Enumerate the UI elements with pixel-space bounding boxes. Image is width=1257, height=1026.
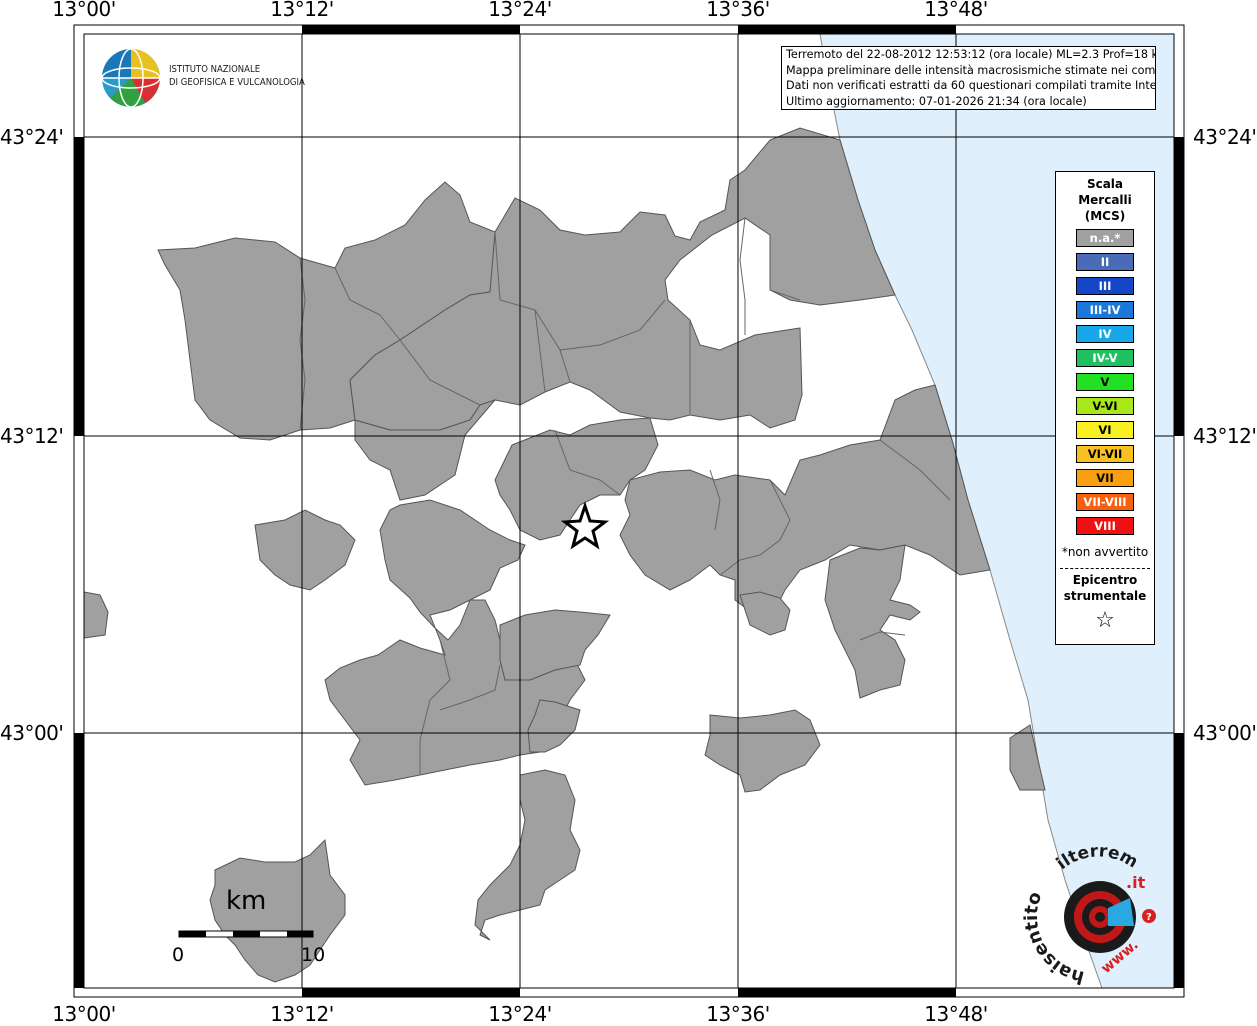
lat-label-left: 43°12' (0, 424, 64, 448)
lon-label-top: 13°24' (488, 0, 552, 21)
legend-separator (1060, 568, 1150, 569)
lon-label-bottom: 13°24' (488, 1002, 552, 1026)
legend-swatch: IV (1076, 325, 1134, 343)
lat-label-right: 43°24' (1193, 125, 1257, 149)
lon-label-top: 13°12' (270, 0, 334, 21)
legend-epicenter-label: Epicentro strumentale (1056, 572, 1154, 604)
legend-swatch: III (1076, 277, 1134, 295)
lat-label-left: 43°24' (0, 125, 64, 149)
event-info-line: Dati non verificati estratti da 60 quest… (786, 79, 1156, 92)
legend-not-felt-note: *non avvertito (1061, 545, 1149, 559)
legend-title-line: (MCS) (1084, 209, 1126, 223)
scale-start-label: 0 (172, 944, 185, 966)
scale-bar (178, 930, 314, 938)
lon-label-bottom: 13°48' (924, 1002, 988, 1026)
ingv-logo-line1: ISTITUTO NAZIONALE (169, 64, 261, 75)
lat-label-right: 43°00' (1193, 721, 1257, 745)
lon-label-bottom: 13°36' (706, 1002, 770, 1026)
legend-title: Scala Mercalli (MCS) (1056, 176, 1154, 224)
legend-swatch: V (1076, 373, 1134, 391)
event-info-line: Ultimo aggiornamento: 07-01-2026 21:34 (… (786, 94, 1087, 108)
event-info-line: Mappa preliminare delle intensità macros… (786, 63, 1156, 77)
legend-swatch: III-IV (1076, 301, 1134, 319)
lon-label-bottom: 13°00' (52, 1002, 116, 1026)
legend-epicenter-line: strumentale (1063, 589, 1147, 603)
event-info-line: Terremoto del 22-08-2012 12:53:12 (ora l… (786, 48, 1156, 61)
legend-title-line: Mercalli (1078, 193, 1132, 207)
lat-label-right: 43°12' (1193, 424, 1257, 448)
lon-label-top: 13°00' (52, 0, 116, 21)
legend-swatch: n.a.* (1076, 229, 1134, 247)
legend-swatch: VII (1076, 469, 1134, 487)
legend-title-line: Scala (1086, 177, 1124, 191)
svg-text:?: ? (1146, 912, 1152, 923)
legend-swatch: VIII (1076, 517, 1134, 535)
legend-star-icon: ☆ (1095, 608, 1115, 633)
legend-swatch: VII-VIII (1076, 493, 1134, 511)
mcs-legend: Scala Mercalli (MCS) n.a.* II III III-IV IV I… (1055, 171, 1155, 645)
svg-text:.it: .it (1126, 873, 1146, 892)
legend-swatch: V-VI (1076, 397, 1134, 415)
event-info-box: Terremoto del 22-08-2012 12:53:12 (ora l… (781, 46, 1156, 110)
legend-swatch: VI (1076, 421, 1134, 439)
lat-label-left: 43°00' (0, 721, 64, 745)
lon-label-top: 13°36' (706, 0, 770, 21)
legend-swatch: VI-VII (1076, 445, 1134, 463)
lon-label-bottom: 13°12' (270, 1002, 334, 1026)
ingv-logo-icon (101, 48, 161, 108)
legend-swatch: II (1076, 253, 1134, 271)
ingv-logo-text: ISTITUTO NAZIONALE DI GEOFISICA E VULCAN… (169, 63, 305, 89)
scale-unit-label: km (226, 886, 267, 916)
scale-end-label: 10 (301, 944, 326, 966)
lon-label-top: 13°48' (924, 0, 988, 21)
legend-epicenter-line: Epicentro (1072, 573, 1138, 587)
legend-swatch: IV-V (1076, 349, 1134, 367)
ingv-logo-line2: DI GEOFISICA E VULCANOLOGIA (169, 77, 305, 88)
